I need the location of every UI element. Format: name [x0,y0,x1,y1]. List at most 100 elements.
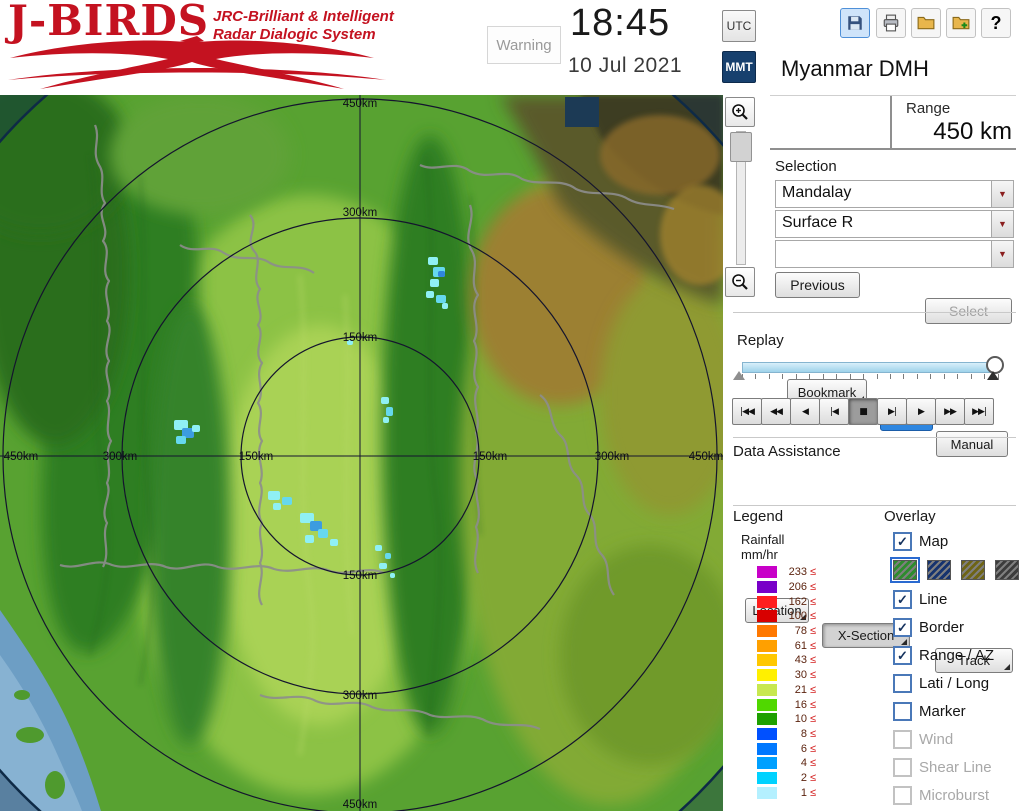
utc-button[interactable]: UTC [722,10,756,42]
legend-color-swatch [757,683,777,696]
previous-label: Previous [790,277,845,293]
chevron-down-icon[interactable]: ▼ [991,181,1013,207]
map-style-swatch-1[interactable] [927,560,951,580]
timeline-slider[interactable] [742,362,1000,373]
overlay-item-map[interactable]: ✓ Map [893,527,1025,555]
timeline-tick [822,374,824,379]
map-style-swatches [890,555,1025,585]
playback-button-8[interactable]: ▶▶| [964,398,994,425]
warning-indicator[interactable]: Warning [487,26,561,64]
overlay-item-label: Marker [919,702,966,720]
overlay-item-label: Border [919,618,965,636]
chevron-down-icon[interactable]: ▼ [991,211,1013,237]
timeline-position-marker-icon[interactable] [987,371,999,380]
timeline-tick [957,374,959,379]
overlay-item-label: Microburst [919,786,990,804]
legend-lte-symbol: ≤ [810,669,817,682]
clock-date: 10 Jul 2021 [568,54,683,77]
overlay-item-line[interactable]: ✓ Line [893,585,1025,613]
checkbox[interactable]: ✓ [893,589,912,609]
legend-row: 16 ≤ [757,697,816,712]
axis-label: 150km [343,332,378,344]
checkbox[interactable]: ✓ [893,617,912,637]
timeline-tick [970,374,972,379]
legend-lte-symbol: ≤ [810,654,817,667]
selection-label: Selection [775,158,837,175]
checkbox[interactable] [893,673,912,693]
playback-button-0[interactable]: |◀◀ [732,398,762,425]
legend-unit-2: mm/hr [741,547,778,562]
add-folder-icon [952,16,970,30]
checkbox[interactable]: ✓ [893,531,912,551]
legend-value: 4 [800,757,807,770]
previous-button[interactable]: Previous [775,272,860,298]
overlay-item-label: Range / AZ [919,646,995,664]
add-folder-button[interactable] [946,8,976,38]
site-dropdown[interactable]: Mandalay ▼ [775,180,1014,208]
playback-button-6[interactable]: ▶ [906,398,936,425]
product-dropdown[interactable]: Surface R ▼ [775,210,1014,238]
timeline-tick [916,374,918,379]
map-style-swatch-0[interactable] [890,557,920,583]
checkbox[interactable] [893,701,912,721]
playback-button-2[interactable]: ◀ [790,398,820,425]
overlay-item-range-az[interactable]: ✓ Range / AZ [893,641,1025,669]
overlay-item-label: Shear Line [919,758,992,776]
zoom-in-button[interactable] [725,97,755,127]
playback-button-3[interactable]: |◀ [819,398,849,425]
option-dropdown[interactable]: ▼ [775,240,1014,268]
legend-lte-symbol: ≤ [810,581,817,594]
map-style-swatch-3[interactable] [995,560,1019,580]
playback-button-1[interactable]: ◀◀ [761,398,791,425]
legend-value: 2 [800,771,807,784]
radar-map[interactable]: 450km 300km 150km 150km 300km 450km 450k… [0,95,723,811]
manual-button[interactable]: Manual [936,431,1008,457]
zoom-out-button[interactable] [725,267,755,297]
overlay-item-marker[interactable]: Marker [893,697,1025,725]
timeline-tick [863,374,865,379]
legend-value: 78 [794,625,807,638]
legend-value: 21 [794,683,807,696]
timeline-tick [903,374,905,379]
checkbox[interactable]: ✓ [893,645,912,665]
legend-color-swatch [757,698,777,711]
playback-button-4[interactable]: ■ [848,398,878,425]
legend-row: 43 ≤ [757,653,816,668]
mmt-button[interactable]: MMT [722,51,756,83]
legend-lte-symbol: ≤ [810,566,817,579]
legend-lte-symbol: ≤ [810,595,817,608]
checkbox [893,757,912,777]
help-button[interactable]: ? [981,8,1011,38]
legend-color-swatch [757,610,777,623]
axis-label: 450km [689,451,723,463]
overlay-item-label: Map [919,532,949,550]
legend-value: 30 [794,669,807,682]
select-button[interactable]: Select [925,298,1012,324]
legend-unit-1: Rainfall [741,532,785,547]
open-folder-button[interactable] [911,8,941,38]
playback-button-5[interactable]: ▶| [877,398,907,425]
zoom-in-icon [732,104,748,120]
timeline-tick [943,374,945,379]
overlay-item-lati-long[interactable]: Lati / Long [893,669,1025,697]
legend-lte-symbol: ≤ [810,742,817,755]
print-button[interactable] [876,8,906,38]
help-icon: ? [990,12,1002,33]
legend-color-swatch [757,566,777,579]
eagle-logo-icon [8,36,386,89]
legend-color-swatch [757,786,777,799]
save-button[interactable] [840,8,870,38]
timeline-tick [876,374,878,379]
legend-row: 162 ≤ [757,594,816,609]
legend-row: 100 ≤ [757,609,816,624]
timeline-start-marker-icon[interactable] [733,371,745,380]
map-style-swatch-2[interactable] [961,560,985,580]
legend-color-swatch [757,713,777,726]
legend-row: 2 ≤ [757,771,816,786]
x-section-label: X-Section [837,628,895,643]
playback-button-7[interactable]: ▶▶ [935,398,965,425]
chevron-down-icon[interactable]: ▼ [991,241,1013,267]
overlay-item-border[interactable]: ✓ Border [893,613,1025,641]
legend-color-swatch [757,654,777,667]
zoom-slider-thumb[interactable] [730,132,752,162]
